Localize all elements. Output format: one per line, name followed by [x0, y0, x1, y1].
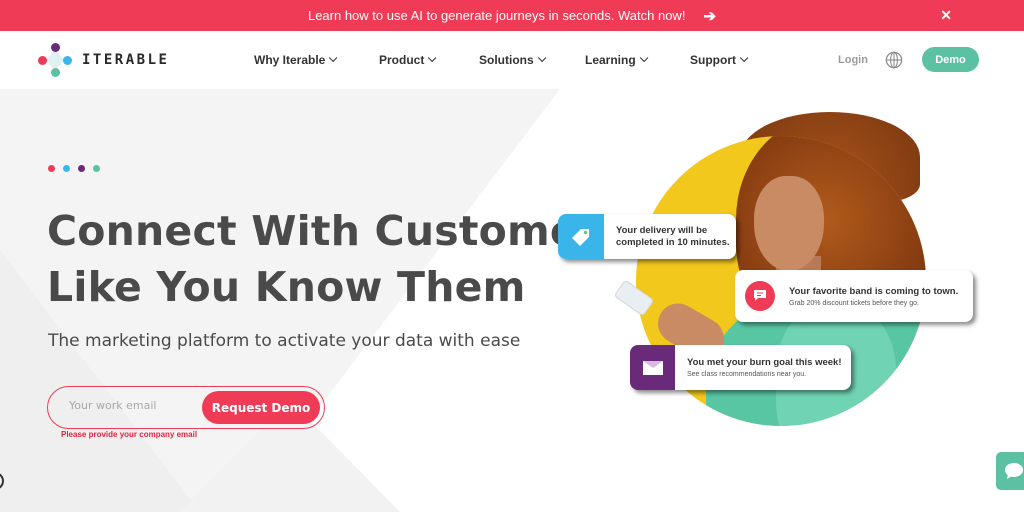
- login-link[interactable]: Login: [838, 54, 868, 66]
- notification-card-band: Your favorite band is coming to town. Gr…: [735, 270, 973, 322]
- headline-line-2: Like You Know Them: [47, 263, 526, 311]
- logo-mark-icon: [38, 43, 72, 77]
- announcement-link[interactable]: Learn how to use AI to generate journeys…: [308, 8, 685, 23]
- notification-title: completed in 10 minutes.: [616, 236, 730, 248]
- chat-bubble-icon: [1005, 463, 1023, 479]
- logo-text: ITERABLE: [82, 52, 170, 68]
- nav-item-product[interactable]: Product: [379, 53, 437, 67]
- notification-title: You met your burn goal this week!: [687, 357, 842, 368]
- notification-title: Your delivery will be: [616, 224, 708, 236]
- chevron-down-icon: [428, 53, 437, 63]
- notification-card-delivery: Your delivery will be completed in 10 mi…: [558, 214, 736, 259]
- nav-item-solutions[interactable]: Solutions: [479, 53, 547, 67]
- hero-subheadline: The marketing platform to activate your …: [48, 331, 521, 351]
- dot-purple: [78, 165, 85, 172]
- globe-icon[interactable]: [885, 51, 903, 69]
- nav-item-label: Learning: [585, 53, 636, 67]
- dot-teal: [93, 165, 100, 172]
- hero-headline: Connect With Customers Like You Know The…: [47, 203, 623, 315]
- chevron-down-icon: [329, 53, 338, 63]
- dot-red: [48, 165, 55, 172]
- page: Learn how to use AI to generate journeys…: [0, 0, 1024, 512]
- chevron-down-icon: [537, 53, 547, 63]
- tag-icon: [558, 214, 604, 259]
- notification-card-burn-goal: You met your burn goal this week! See cl…: [630, 345, 851, 390]
- nav-item-label: Product: [379, 53, 425, 67]
- nav-item-label: Why Iterable: [254, 53, 326, 67]
- dot-blue: [63, 165, 70, 172]
- demo-request-form: Request Demo: [47, 386, 325, 429]
- notification-title: Your favorite band is coming to town.: [789, 285, 959, 297]
- iterable-logo[interactable]: ITERABLE: [38, 43, 169, 77]
- nav-item-learning[interactable]: Learning: [585, 53, 649, 67]
- decorative-dots: [48, 165, 100, 172]
- close-announcement-button[interactable]: ✕: [940, 7, 952, 24]
- notification-subtitle: See class recommendations near you.: [687, 371, 807, 378]
- nav-item-support[interactable]: Support: [690, 53, 749, 67]
- chat-widget-button[interactable]: [996, 452, 1024, 490]
- arrow-right-icon[interactable]: ➔: [703, 7, 716, 25]
- nav-item-label: Solutions: [479, 53, 534, 67]
- work-email-input[interactable]: [69, 399, 199, 412]
- nav-item-why-iterable[interactable]: Why Iterable: [254, 53, 338, 67]
- message-icon: [745, 281, 775, 311]
- headline-line-1: Connect With Customers: [47, 207, 623, 255]
- notification-subtitle: Grab 20% discount tickets before they go…: [789, 299, 919, 307]
- chevron-down-icon: [739, 53, 749, 63]
- top-navigation: ITERABLE Why Iterable Product Solutions …: [0, 31, 1024, 89]
- demo-button[interactable]: Demo: [922, 47, 979, 72]
- announcement-bar: Learn how to use AI to generate journeys…: [0, 0, 1024, 31]
- nav-item-label: Support: [690, 53, 736, 67]
- chevron-down-icon: [639, 53, 649, 63]
- email-error-message: Please provide your company email: [61, 430, 198, 439]
- mail-icon: [630, 345, 675, 390]
- request-demo-button[interactable]: Request Demo: [202, 391, 320, 424]
